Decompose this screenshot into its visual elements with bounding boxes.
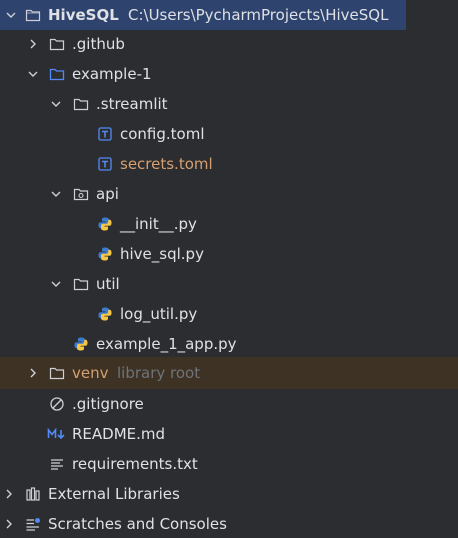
tree-item-label: api — [96, 185, 119, 203]
chevron-down-icon[interactable] — [50, 278, 62, 290]
tree-item-external-libraries[interactable]: External Libraries — [0, 479, 458, 509]
tree-item-example-1-app-py[interactable]: example_1_app.py — [0, 329, 458, 359]
tree-item-init-py[interactable]: __init__.py — [0, 209, 458, 239]
library-icon — [26, 487, 40, 501]
tree-item-venv[interactable]: venv library root — [0, 357, 458, 389]
folder-icon — [49, 38, 65, 51]
tree-item-label: External Libraries — [48, 485, 180, 503]
scratches-icon — [26, 518, 40, 531]
tree-item-label: .streamlit — [96, 95, 168, 113]
chevron-down-icon[interactable] — [50, 98, 62, 110]
tree-item-github[interactable]: .github — [0, 29, 458, 59]
project-folder-icon — [25, 9, 41, 22]
tree-item-label: secrets.toml — [120, 155, 213, 173]
chevron-down-icon[interactable] — [50, 188, 62, 200]
chevron-right-icon[interactable] — [27, 367, 39, 379]
tree-item-label: .github — [72, 35, 125, 53]
source-folder-icon — [49, 68, 65, 81]
tree-item-label: log_util.py — [120, 305, 198, 323]
tree-item-label: requirements.txt — [72, 455, 198, 473]
toml-file-icon — [98, 157, 112, 171]
tree-item-project-root[interactable]: HiveSQL C:\Users\PycharmProjects\HiveSQL — [0, 0, 406, 30]
tree-item-requirements[interactable]: requirements.txt — [0, 449, 458, 479]
chevron-right-icon[interactable] — [3, 518, 15, 530]
ignore-file-icon — [50, 397, 64, 411]
excluded-folder-icon — [49, 367, 65, 380]
tree-item-label: venv — [72, 364, 109, 382]
tree-item-readme[interactable]: README.md — [0, 419, 458, 449]
tree-item-label: config.toml — [120, 125, 205, 143]
tree-item-gitignore[interactable]: .gitignore — [0, 389, 458, 419]
python-file-icon — [98, 307, 112, 321]
tree-item-config-toml[interactable]: config.toml — [0, 119, 458, 149]
tree-item-label: example-1 — [72, 65, 152, 83]
chevron-right-icon[interactable] — [27, 38, 39, 50]
tree-item-label: hive_sql.py — [120, 245, 204, 263]
tree-item-hive-sql-py[interactable]: hive_sql.py — [0, 239, 458, 269]
text-file-icon — [51, 459, 63, 470]
tree-item-label: Scratches and Consoles — [48, 515, 227, 533]
tree-item-example-1[interactable]: example-1 — [0, 59, 458, 89]
tree-item-label: .gitignore — [72, 395, 144, 413]
tree-item-label: __init__.py — [120, 215, 197, 233]
tree-item-label: example_1_app.py — [96, 335, 237, 353]
tree-item-secrets-toml[interactable]: secrets.toml — [0, 149, 458, 179]
project-path: C:\Users\PycharmProjects\HiveSQL — [128, 6, 389, 24]
tree-item-scratches[interactable]: Scratches and Consoles — [0, 509, 458, 538]
project-name: HiveSQL — [48, 6, 119, 24]
python-file-icon — [98, 247, 112, 261]
python-file-icon — [74, 337, 88, 351]
tree-item-label: README.md — [72, 425, 166, 443]
tree-item-api[interactable]: api — [0, 179, 458, 209]
markdown-file-icon — [47, 427, 65, 440]
chevron-down-icon[interactable] — [5, 9, 17, 21]
tree-item-util[interactable]: util — [0, 269, 458, 299]
package-folder-icon — [73, 188, 89, 201]
tree-item-streamlit[interactable]: .streamlit — [0, 89, 458, 119]
chevron-down-icon[interactable] — [27, 68, 39, 80]
project-tree: HiveSQL C:\Users\PycharmProjects\HiveSQL… — [0, 0, 458, 538]
folder-icon — [73, 278, 89, 291]
library-root-hint: library root — [117, 364, 201, 382]
folder-icon — [73, 98, 89, 111]
toml-file-icon — [98, 127, 112, 141]
tree-item-log-util-py[interactable]: log_util.py — [0, 299, 458, 329]
tree-item-label: util — [96, 275, 120, 293]
chevron-right-icon[interactable] — [3, 488, 15, 500]
python-file-icon — [98, 217, 112, 231]
